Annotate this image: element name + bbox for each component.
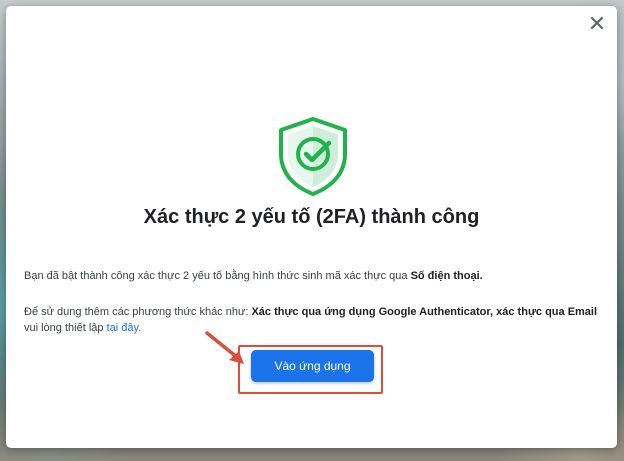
other-methods-list: Xác thực qua ứng dụng Google Authenticat…: [251, 306, 598, 318]
dialog-title: Xác thực 2 yếu tố (2FA) thành công: [143, 206, 480, 228]
other-methods-tail: vui lòng thiết lập: [24, 322, 107, 334]
success-message-text: Bạn đã bật thành công xác thực 2 yếu tố …: [24, 270, 411, 282]
close-icon[interactable]: ✕: [587, 13, 607, 35]
method-phone: Số điện thoại.: [410, 270, 483, 282]
setup-here-link[interactable]: tại đây.: [107, 322, 142, 334]
other-methods-text: Để sử dụng thêm các phương thức khác như…: [24, 306, 252, 318]
open-app-button[interactable]: Vào ứng dụng: [251, 350, 374, 382]
other-methods-message: Để sử dụng thêm các phương thức khác như…: [24, 304, 603, 336]
success-message: Bạn đã bật thành công xác thực 2 yếu tố …: [24, 268, 603, 284]
success-dialog: ✕ Xác thực 2 yếu tố (2FA) thành công Bạn…: [6, 6, 617, 448]
shield-check-icon: [279, 117, 347, 196]
